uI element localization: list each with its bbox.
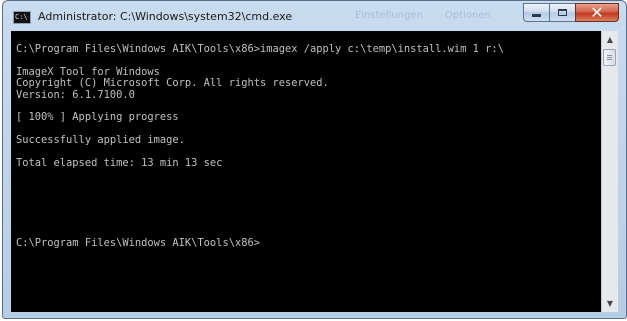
console-line: Copyright (C) Microsoft Corp. All rights… [16,77,329,90]
maximize-button[interactable] [549,3,575,22]
vertical-scrollbar[interactable]: ▲ ▼ [601,31,618,312]
scroll-down-arrow[interactable]: ▼ [602,295,618,312]
cmd-icon[interactable]: C:\ [13,11,31,24]
grip-line [607,55,612,56]
scroll-thumb[interactable] [603,49,616,66]
title-bar[interactable]: C:\ Administrator: C:\Windows\system32\c… [3,1,626,31]
console-line: Successfully applied image. [16,134,185,147]
console-line: Version: 6.1.7100.0 [16,88,135,101]
minimize-button[interactable] [523,3,549,22]
grip-line [607,57,612,58]
console-text: C:\Program Files\Windows AIK\Tools\x86>i… [16,43,504,249]
close-button[interactable]: ✕ [575,3,619,22]
caption-buttons: ✕ [523,3,619,23]
console-line: [ 100% ] Applying progress [16,111,179,124]
cmd-window: C:\ Administrator: C:\Windows\system32\c… [2,0,627,319]
minimize-icon [532,14,541,17]
console-line: C:\Program Files\Windows AIK\Tools\x86> [16,236,260,249]
grip-line [607,59,612,60]
console-output[interactable]: C:\Program Files\Windows AIK\Tools\x86>i… [11,31,601,312]
background-tab-label: Einstellungen [355,10,423,21]
background-tab-label: Optionen [445,10,491,21]
console-line: C:\Program Files\Windows AIK\Tools\x86>i… [16,43,504,55]
maximize-icon [558,9,567,16]
close-icon: ✕ [590,3,604,22]
scroll-up-arrow[interactable]: ▲ [602,31,618,48]
window-title: Administrator: C:\Windows\system32\cmd.e… [38,10,293,23]
console-line: Total elapsed time: 13 min 13 sec [16,156,223,169]
